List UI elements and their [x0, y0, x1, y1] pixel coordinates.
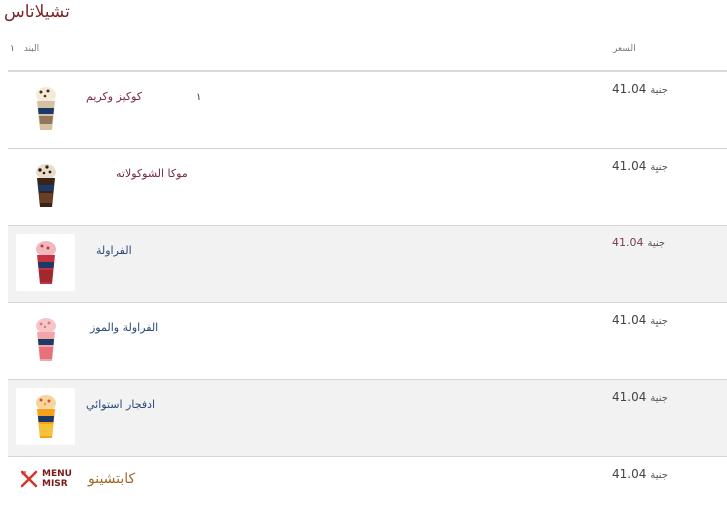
- product-price: 41.04 جنيِة: [612, 159, 668, 173]
- currency-label: جنية: [650, 470, 668, 481]
- logo-line: MISR: [42, 479, 68, 489]
- menu-row[interactable]: MENU MISR كابتشينو 41.04 جنية: [8, 457, 727, 514]
- price-value: 41.04: [612, 313, 647, 327]
- menu-row[interactable]: الفراولة 41.04 جنية: [8, 226, 727, 303]
- product-price: 41.04 جنية: [612, 236, 665, 249]
- fork-knife-cross-icon: [20, 470, 38, 488]
- product-name[interactable]: ادفجار استوائي: [86, 398, 155, 411]
- cup-icon: [35, 394, 56, 438]
- quantity: ١: [196, 92, 202, 103]
- logo-line: MENU: [42, 469, 72, 479]
- currency-label: جنية: [650, 85, 668, 96]
- currency-label: جنيِة: [650, 162, 668, 173]
- page-title: تشيلاتاس: [4, 2, 70, 22]
- price-value: 41.04: [612, 82, 647, 96]
- product-price: 41.04 جنية: [612, 390, 668, 404]
- product-name[interactable]: الفراولة: [96, 244, 132, 257]
- currency-label: جنية: [647, 238, 666, 249]
- column-header-item-label: البند: [23, 44, 40, 54]
- price-value: 41.04: [612, 236, 644, 249]
- currency-label: جنيِة: [650, 316, 668, 327]
- menu-misr-logo: MENU MISR: [20, 465, 90, 493]
- logo-wordmark: MENU MISR: [42, 469, 72, 489]
- product-image[interactable]: [16, 311, 75, 368]
- product-image[interactable]: [16, 234, 75, 291]
- cup-icon: [35, 163, 56, 207]
- product-price: 41.04 جنية: [612, 82, 668, 96]
- menu-row[interactable]: الفراولة والموز 41.04 جنيِة: [8, 303, 727, 380]
- price-value: 41.04: [612, 390, 647, 404]
- product-image[interactable]: [16, 388, 75, 445]
- product-name[interactable]: موكا الشوكولاته: [116, 167, 188, 180]
- column-header-item: البند ١: [10, 44, 39, 54]
- price-value: 41.04: [612, 467, 647, 481]
- column-header-price: السعر: [613, 44, 636, 54]
- product-image[interactable]: [16, 80, 75, 137]
- column-header-qty: ١: [10, 44, 15, 54]
- currency-label: جنية: [650, 393, 668, 404]
- product-image[interactable]: [16, 157, 75, 214]
- product-price: 41.04 جنية: [612, 467, 668, 481]
- product-name[interactable]: كوكيز وكريم: [86, 90, 142, 103]
- menu-row[interactable]: كوكيز وكريم ١ 41.04 جنية: [8, 72, 727, 149]
- cup-icon: [35, 240, 56, 284]
- menu-row[interactable]: موكا الشوكولاته 41.04 جنيِة: [8, 149, 727, 226]
- product-price: 41.04 جنيِة: [612, 313, 668, 327]
- cup-icon: [35, 86, 56, 130]
- menu-row[interactable]: ادفجار استوائي 41.04 جنية: [8, 380, 727, 457]
- product-name[interactable]: الفراولة والموز: [90, 321, 158, 334]
- product-name[interactable]: كابتشينو: [88, 471, 135, 487]
- cup-icon: [35, 317, 56, 361]
- price-value: 41.04: [612, 159, 647, 173]
